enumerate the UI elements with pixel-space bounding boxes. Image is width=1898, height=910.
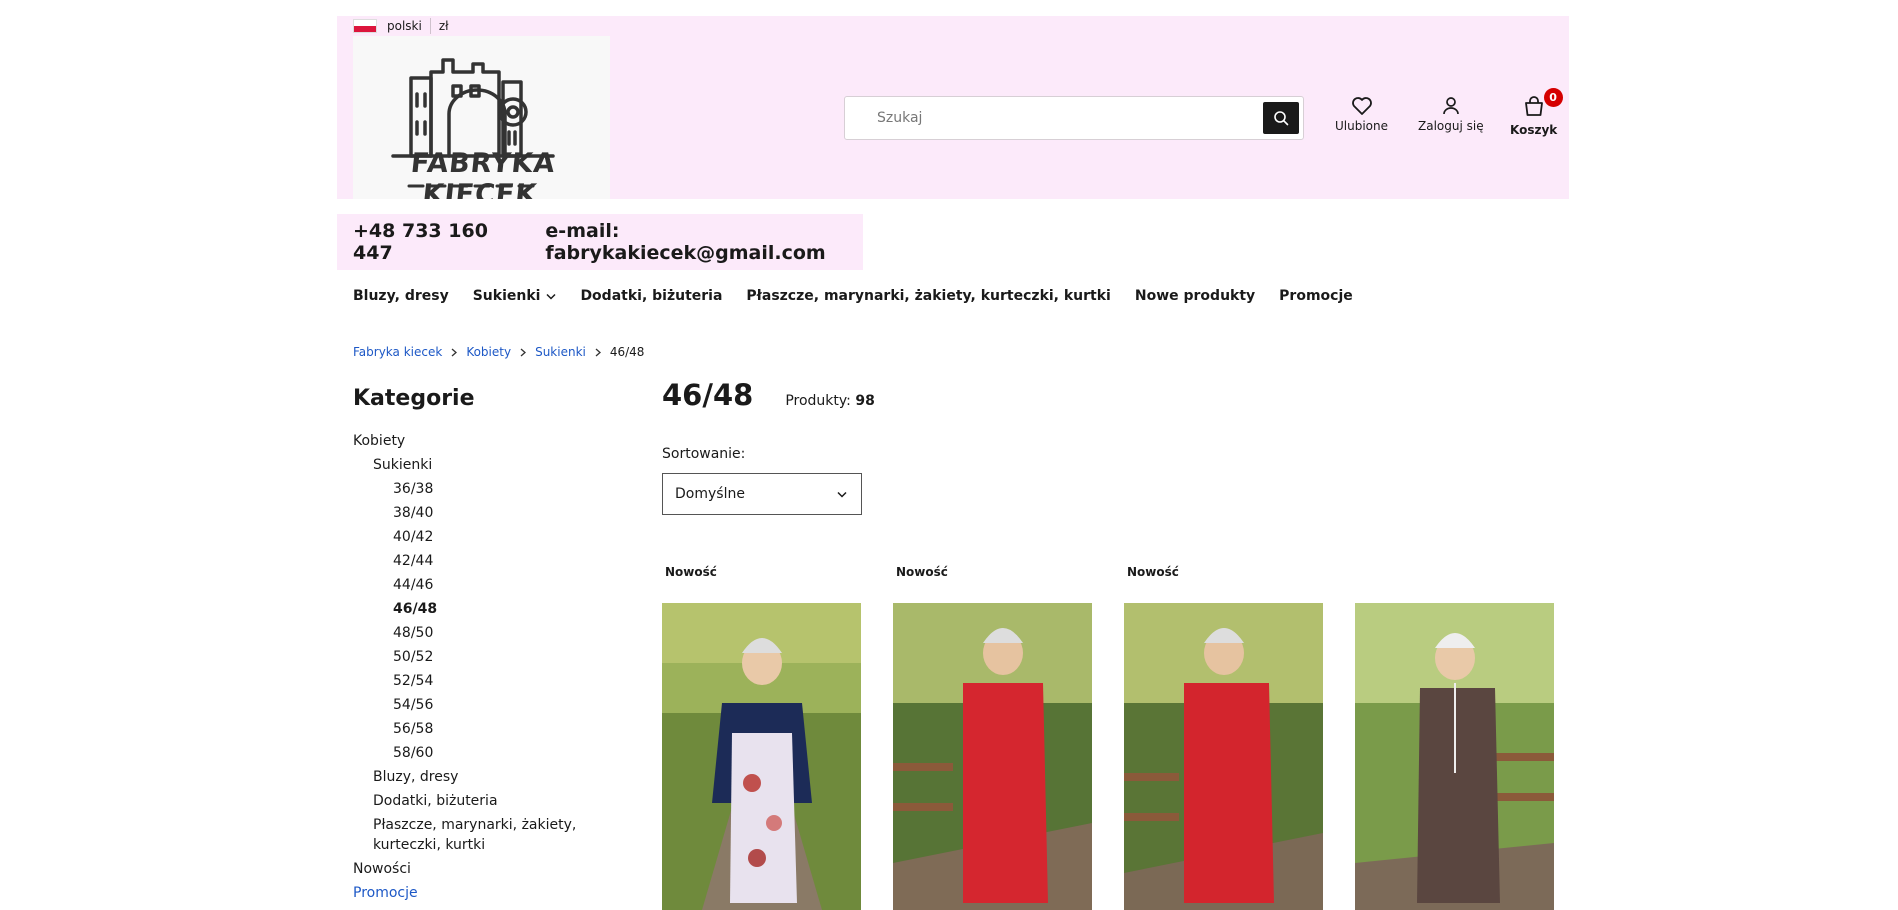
- category-item[interactable]: 48/50: [353, 621, 603, 645]
- nav-item-nowe-produkty[interactable]: Nowe produkty: [1135, 288, 1255, 304]
- poland-flag-icon: [353, 19, 377, 33]
- email-address[interactable]: e-mail: fabrykakiecek@gmail.com: [545, 220, 863, 264]
- chevron-right-icon: [595, 348, 601, 357]
- site-logo[interactable]: FABRYKA KIECEK: [353, 36, 610, 199]
- product-card[interactable]: [1124, 603, 1323, 910]
- cart-label: Koszyk: [1510, 123, 1558, 137]
- breadcrumb-home[interactable]: Fabryka kiecek: [353, 345, 442, 359]
- chevron-down-icon: [837, 491, 847, 498]
- login-label: Zaloguj się: [1418, 119, 1484, 133]
- new-badge: Nowość: [1127, 565, 1179, 579]
- nav-item-sukienki[interactable]: Sukienki: [473, 288, 557, 304]
- logo-text: FABRYKA KIECEK: [409, 148, 558, 199]
- phone-number[interactable]: +48 733 160 447: [353, 220, 512, 264]
- heart-icon: [1351, 97, 1372, 115]
- product-card[interactable]: [662, 603, 861, 910]
- breadcrumb: Fabryka kiecek Kobiety Sukienki 46/48: [353, 345, 644, 359]
- cart-button[interactable]: 0 Koszyk: [1510, 88, 1563, 137]
- category-item[interactable]: 58/60: [353, 741, 603, 765]
- chevron-down-icon: [546, 293, 556, 300]
- category-item[interactable]: 38/40: [353, 501, 603, 525]
- category-list: Kobiety Sukienki 36/38 38/40 40/42 42/44…: [353, 429, 603, 905]
- category-item[interactable]: Sukienki: [353, 453, 603, 477]
- category-sidebar: Kategorie Kobiety Sukienki 36/38 38/40 4…: [353, 386, 603, 905]
- product-image: [1355, 603, 1554, 910]
- category-item[interactable]: 50/52: [353, 645, 603, 669]
- currency-label[interactable]: zł: [439, 19, 449, 33]
- product-image: [1124, 603, 1323, 910]
- category-item[interactable]: 36/38: [353, 477, 603, 501]
- divider: [429, 18, 431, 34]
- nav-item-plaszcze[interactable]: Płaszcze, marynarki, żakiety, kurteczki,…: [746, 288, 1110, 304]
- product-card[interactable]: [1355, 603, 1554, 910]
- language-currency-switcher[interactable]: polski zł: [353, 18, 449, 34]
- products-count: Produkty: 98: [785, 393, 875, 409]
- search-input[interactable]: [845, 97, 1245, 139]
- category-item[interactable]: Nowości: [353, 857, 603, 881]
- bag-icon: [1524, 96, 1543, 116]
- listing-header: 46/48 Produkty: 98: [662, 378, 875, 412]
- sort-value: Domyślne: [675, 486, 745, 502]
- product-image: [662, 603, 861, 910]
- category-item[interactable]: 42/44: [353, 549, 603, 573]
- category-item[interactable]: Dodatki, biżuteria: [353, 789, 603, 813]
- nav-item-promocje[interactable]: Promocje: [1279, 288, 1353, 304]
- sort-select[interactable]: Domyślne: [662, 473, 862, 515]
- login-button[interactable]: Zaloguj się: [1418, 96, 1484, 133]
- product-image: [893, 603, 1092, 910]
- nav-item-bluzy[interactable]: Bluzy, dresy: [353, 288, 449, 304]
- category-item[interactable]: 52/54: [353, 669, 603, 693]
- favorites-label: Ulubione: [1335, 119, 1389, 133]
- breadcrumb-kobiety[interactable]: Kobiety: [466, 345, 511, 359]
- breadcrumb-current: 46/48: [609, 345, 645, 359]
- nav-item-dodatki[interactable]: Dodatki, biżuteria: [580, 288, 722, 304]
- sort-label: Sortowanie:: [662, 446, 746, 462]
- cart-count-badge: 0: [1543, 88, 1563, 107]
- user-icon: [1442, 97, 1459, 115]
- chevron-right-icon: [520, 348, 527, 357]
- category-item[interactable]: 40/42: [353, 525, 603, 549]
- contact-bar: +48 733 160 447 e-mail: fabrykakiecek@gm…: [337, 214, 863, 270]
- category-item[interactable]: Bluzy, dresy: [353, 765, 603, 789]
- breadcrumb-sukienki[interactable]: Sukienki: [535, 345, 586, 359]
- chevron-right-icon: [451, 348, 458, 357]
- page-title: 46/48: [662, 378, 754, 412]
- product-card[interactable]: [893, 603, 1092, 910]
- search-button[interactable]: [1263, 102, 1299, 134]
- language-label[interactable]: polski: [387, 19, 422, 33]
- new-badge: Nowość: [896, 565, 948, 579]
- new-badge: Nowość: [665, 565, 717, 579]
- category-item[interactable]: Kobiety: [353, 429, 603, 453]
- main-nav: Bluzy, dresy Sukienki Dodatki, biżuteria…: [353, 288, 1377, 304]
- sidebar-title: Kategorie: [353, 386, 475, 411]
- category-item-promo[interactable]: Promocje: [353, 881, 603, 905]
- search-box: [844, 96, 1304, 140]
- category-item[interactable]: 54/56: [353, 693, 603, 717]
- category-item[interactable]: 44/46: [353, 573, 603, 597]
- search-icon: [1274, 111, 1289, 126]
- category-item[interactable]: 56/58: [353, 717, 603, 741]
- favorites-button[interactable]: Ulubione: [1335, 96, 1388, 133]
- category-item-active[interactable]: 46/48: [353, 597, 603, 621]
- category-item[interactable]: Płaszcze, marynarki, żakiety, kurteczki,…: [353, 813, 603, 857]
